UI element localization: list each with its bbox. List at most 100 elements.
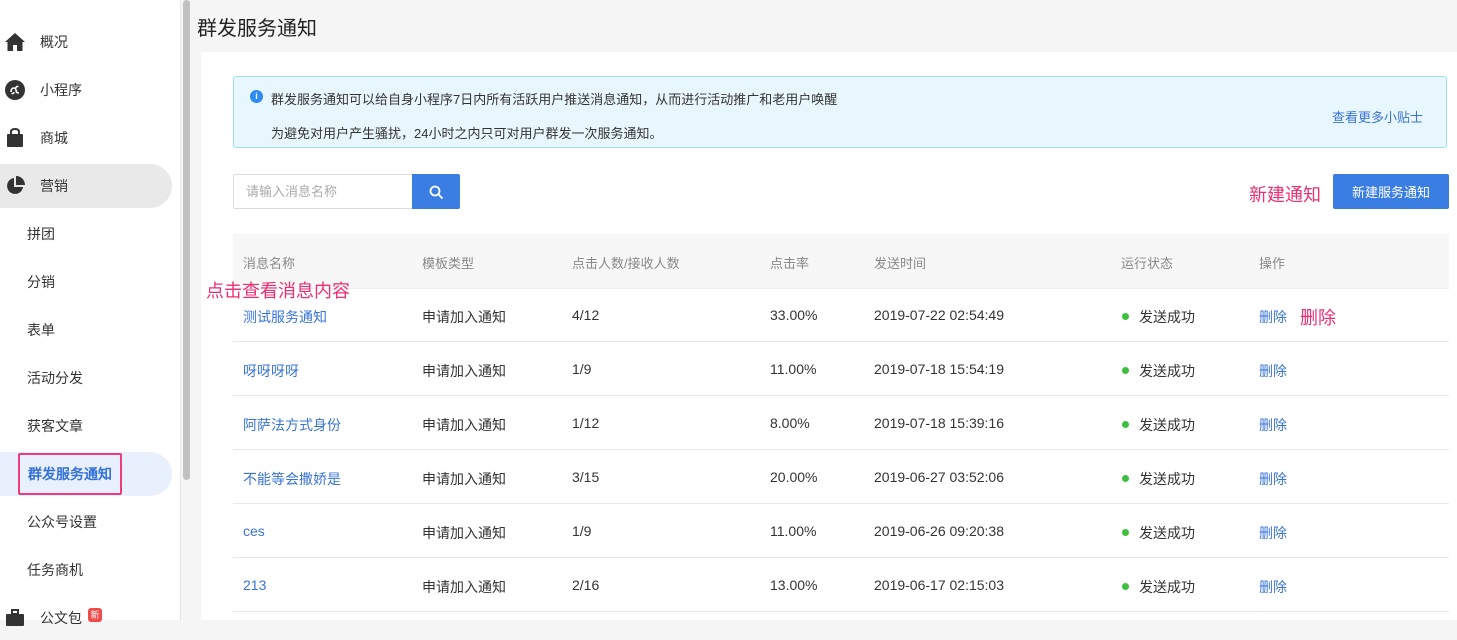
sidebar-item-official-account-settings[interactable]: 公众号设置 — [0, 500, 172, 544]
info-icon: i — [250, 90, 263, 103]
sidebar-item-label: 概况 — [40, 34, 68, 50]
info-line-2: 为避免对用户产生骚扰，24小时之内只可对用户群发一次服务通知。 — [271, 126, 663, 141]
column-header: 点击人数/接收人数 — [572, 256, 680, 271]
sidebar-item-marketing[interactable]: 营销 — [0, 164, 172, 208]
template-type: 申请加入通知 — [422, 417, 506, 433]
search-icon — [429, 185, 443, 199]
sidebar-item-label: 商城 — [40, 130, 68, 146]
sidebar-item-label: 任务商机 — [27, 562, 83, 578]
message-name-link[interactable]: 呀呀呀呀 — [243, 361, 299, 381]
info-line-1: 群发服务通知可以给自身小程序7日内所有活跃用户推送消息通知，从而进行活动推广和老… — [271, 92, 838, 107]
column-header: 运行状态 — [1121, 256, 1174, 271]
click-rate: 11.00% — [770, 361, 817, 377]
template-type: 申请加入通知 — [422, 579, 506, 595]
info-banner: i 群发服务通知可以给自身小程序7日内所有活跃用户推送消息通知，从而进行活动推广… — [233, 76, 1447, 148]
sidebar-item-bulk-service-notice[interactable]: 群发服务通知 — [0, 452, 172, 496]
click-rate: 13.00% — [770, 577, 818, 593]
delete-link[interactable]: 删除 — [1259, 415, 1287, 435]
click-rate: 20.00% — [770, 469, 818, 485]
sidebar-item-task-leads[interactable]: 任务商机 — [0, 548, 172, 592]
click-receive-count: 2/16 — [572, 577, 600, 593]
delete-link[interactable]: 删除 — [1259, 469, 1287, 489]
message-name-link[interactable]: ces — [243, 523, 265, 539]
sidebar-item-mini-program[interactable]: 小程序 — [0, 68, 172, 112]
status-dot — [1122, 367, 1129, 374]
run-status: 发送成功 — [1139, 363, 1195, 379]
column-header: 发送时间 — [874, 256, 927, 271]
sidebar-item-label: 活动分发 — [27, 370, 83, 386]
table-row: 呀呀呀呀 申请加入通知 1/9 11.00% 2019-07-18 15:54:19 发送… — [233, 342, 1449, 396]
sidebar-item-label: 获客文章 — [27, 418, 83, 434]
page-title: 群发服务通知 — [197, 18, 317, 40]
message-name-link[interactable]: 213 — [243, 577, 266, 593]
run-status: 发送成功 — [1139, 417, 1195, 433]
search-button[interactable] — [412, 174, 460, 209]
click-rate: 8.00% — [770, 415, 810, 431]
delete-link[interactable]: 删除 — [1259, 523, 1287, 543]
sidebar-item-mall[interactable]: 商城 — [0, 116, 172, 160]
new-service-notice-button[interactable]: 新建服务通知 — [1333, 174, 1449, 209]
status-dot — [1122, 475, 1129, 482]
delete-link[interactable]: 删除 — [1259, 361, 1287, 381]
delete-link[interactable]: 删除 — [1259, 307, 1287, 327]
sidebar-item-briefcase[interactable]: 公文包 — [0, 596, 172, 640]
sidebar-item-distribution[interactable]: 分销 — [0, 260, 172, 304]
column-header: 模板类型 — [422, 256, 475, 271]
sidebar-item-group-buy[interactable]: 拼团 — [0, 212, 172, 256]
annotation-delete: 删除 — [1300, 308, 1336, 328]
run-status: 发送成功 — [1139, 309, 1195, 325]
column-header: 消息名称 — [243, 256, 296, 271]
sidebar-item-label: 小程序 — [40, 82, 82, 98]
sidebar-item-activity-distribution[interactable]: 活动分发 — [0, 356, 172, 400]
sidebar-item-label: 群发服务通知 — [18, 453, 122, 495]
table-header: 消息名称 模板类型 点击人数/接收人数 点击率 发送时间 运行状态 操作 — [233, 234, 1449, 289]
click-rate: 33.00% — [770, 307, 818, 323]
more-tips-link[interactable]: 查看更多小贴士 — [1332, 107, 1423, 126]
table-row: 阿萨法方式身份 申请加入通知 1/12 8.00% 2019-07-18 15:39:1… — [233, 396, 1449, 450]
message-name-link[interactable]: 测试服务通知 — [243, 307, 327, 327]
table-row: 不能等会撒娇是 申请加入通知 3/15 20.00% 2019-06-27 03:52:… — [233, 450, 1449, 504]
sidebar-item-form[interactable]: 表单 — [0, 308, 172, 352]
sidebar-item-overview[interactable]: 概况 — [0, 20, 172, 64]
table-row: 213 申请加入通知 2/16 13.00% 2019-06-17 02:15:03 发送… — [233, 558, 1449, 612]
click-receive-count: 1/9 — [572, 523, 592, 539]
template-type: 申请加入通知 — [422, 471, 506, 487]
sidebar-item-label: 公文包 — [40, 610, 82, 626]
template-type: 申请加入通知 — [422, 363, 506, 379]
click-receive-count: 1/9 — [572, 361, 592, 377]
sidebar-item-label: 公众号设置 — [27, 514, 97, 530]
send-time: 2019-06-27 03:52:06 — [874, 469, 1004, 485]
status-dot — [1122, 529, 1129, 536]
search-input[interactable] — [233, 174, 412, 209]
click-rate: 11.00% — [770, 523, 817, 539]
delete-link[interactable]: 删除 — [1259, 577, 1287, 597]
run-status: 发送成功 — [1139, 471, 1195, 487]
send-time: 2019-07-18 15:39:16 — [874, 415, 1004, 431]
run-status: 发送成功 — [1139, 525, 1195, 541]
column-header: 点击率 — [770, 256, 810, 271]
annotation-new-notice: 新建通知 — [1249, 185, 1321, 205]
column-header: 操作 — [1259, 256, 1286, 271]
sidebar-item-lead-articles[interactable]: 获客文章 — [0, 404, 172, 448]
message-name-link[interactable]: 不能等会撒娇是 — [243, 469, 341, 489]
briefcase-icon — [4, 607, 26, 629]
template-type: 申请加入通知 — [422, 309, 506, 325]
send-time: 2019-06-26 09:20:38 — [874, 523, 1004, 539]
sidebar: 概况 小程序 商城 营销 拼团 分销 表单 活动分发 获客文章 群发服务通知 公… — [0, 0, 181, 626]
pie-chart-icon — [4, 175, 26, 197]
sidebar-item-label: 表单 — [27, 322, 55, 338]
send-time: 2019-07-22 02:54:49 — [874, 307, 1004, 323]
sidebar-item-label: 营销 — [40, 178, 68, 194]
send-time: 2019-07-18 15:54:19 — [874, 361, 1004, 377]
click-receive-count: 3/15 — [572, 469, 600, 485]
message-name-link[interactable]: 阿萨法方式身份 — [243, 415, 341, 435]
send-time: 2019-06-17 02:15:03 — [874, 577, 1004, 593]
status-dot — [1122, 313, 1129, 320]
table-row: 测试服务通知 申请加入通知 4/12 33.00% 2019-07-22 02:54:4… — [233, 288, 1449, 342]
click-receive-count: 4/12 — [572, 307, 600, 323]
sidebar-item-label: 拼团 — [27, 226, 55, 242]
template-type: 申请加入通知 — [422, 525, 506, 541]
sidebar-scrollbar-thumb[interactable] — [183, 0, 190, 480]
shopping-bag-icon — [4, 127, 26, 149]
sidebar-item-label: 分销 — [27, 274, 55, 290]
